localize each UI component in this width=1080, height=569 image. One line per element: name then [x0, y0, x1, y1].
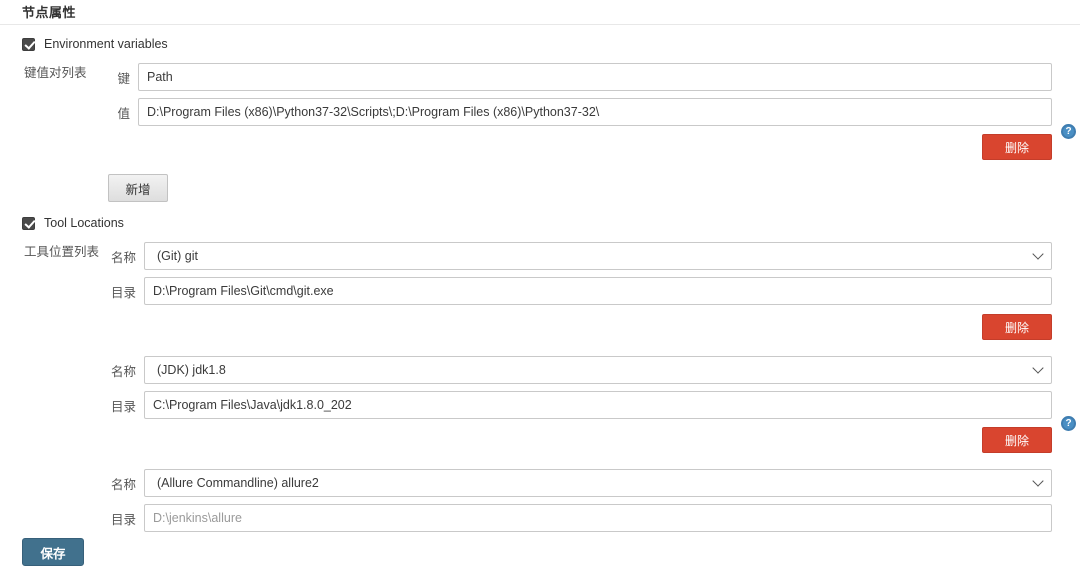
tool-dir-row: 目录 D:\jenkins\allure	[104, 504, 1052, 532]
env-value-label: 值	[117, 106, 130, 121]
tool-name-label: 名称	[110, 250, 136, 265]
tool-name-select[interactable]: (Allure Commandline) allure2	[144, 469, 1052, 497]
env-delete-button[interactable]: 删除	[982, 134, 1052, 160]
tool-delete-button[interactable]: 删除	[982, 427, 1052, 453]
help-icon[interactable]: ?	[1061, 416, 1076, 431]
env-value-row: 值 D:\Program Files (x86)\Python37-32\Scr…	[104, 98, 1052, 126]
env-key-input[interactable]: Path	[138, 63, 1052, 91]
key-value-list-label: 键值对列表	[24, 66, 87, 80]
tool-dir-row: 目录 C:\Program Files\Java\jdk1.8.0_202	[104, 391, 1052, 419]
tool-name-row: 名称 (Allure Commandline) allure2	[104, 469, 1052, 497]
tool-name-row: 名称 (JDK) jdk1.8	[104, 356, 1052, 384]
header-divider	[0, 24, 1080, 25]
tool-dir-label: 目录	[110, 285, 136, 300]
env-key-row: 键 Path	[104, 63, 1052, 91]
env-add-button[interactable]: 新增	[108, 174, 168, 202]
tool-name-row: 名称 (Git) git	[104, 242, 1052, 270]
tool-name-select-value: (JDK) jdk1.8	[157, 363, 226, 377]
tool-locations-checkbox-row[interactable]: Tool Locations	[22, 216, 124, 230]
chevron-down-icon	[1032, 475, 1044, 487]
tool-name-select[interactable]: (JDK) jdk1.8	[144, 356, 1052, 384]
page-title: 节点属性	[22, 5, 77, 20]
tool-locations-list-label: 工具位置列表	[24, 245, 100, 259]
help-icon[interactable]: ?	[1061, 124, 1076, 139]
tool-name-label: 名称	[110, 364, 136, 379]
tool-name-select-value: (Allure Commandline) allure2	[157, 476, 319, 490]
chevron-down-icon	[1032, 362, 1044, 374]
node-properties-page: 节点属性 Environment variables 键值对列表 键 Path …	[0, 0, 1080, 569]
tool-locations-label: Tool Locations	[44, 216, 124, 230]
env-value-input[interactable]: D:\Program Files (x86)\Python37-32\Scrip…	[138, 98, 1052, 126]
tool-dir-input[interactable]: D:\Program Files\Git\cmd\git.exe	[144, 277, 1052, 305]
tool-dir-input[interactable]: C:\Program Files\Java\jdk1.8.0_202	[144, 391, 1052, 419]
checkbox-checked-icon[interactable]	[22, 216, 35, 230]
tool-delete-button[interactable]: 删除	[982, 314, 1052, 340]
checkbox-checked-icon[interactable]	[22, 37, 35, 51]
tool-name-label: 名称	[110, 477, 136, 492]
environment-variables-checkbox-row[interactable]: Environment variables	[22, 37, 168, 51]
chevron-down-icon	[1032, 248, 1044, 260]
tool-dir-row: 目录 D:\Program Files\Git\cmd\git.exe	[104, 277, 1052, 305]
env-key-label: 键	[117, 71, 130, 86]
tool-dir-label: 目录	[110, 512, 136, 527]
tool-name-select[interactable]: (Git) git	[144, 242, 1052, 270]
save-button[interactable]: 保存	[22, 538, 84, 566]
tool-dir-input[interactable]: D:\jenkins\allure	[144, 504, 1052, 532]
tool-name-select-value: (Git) git	[157, 249, 198, 263]
environment-variables-label: Environment variables	[44, 37, 168, 51]
tool-dir-label: 目录	[110, 399, 136, 414]
